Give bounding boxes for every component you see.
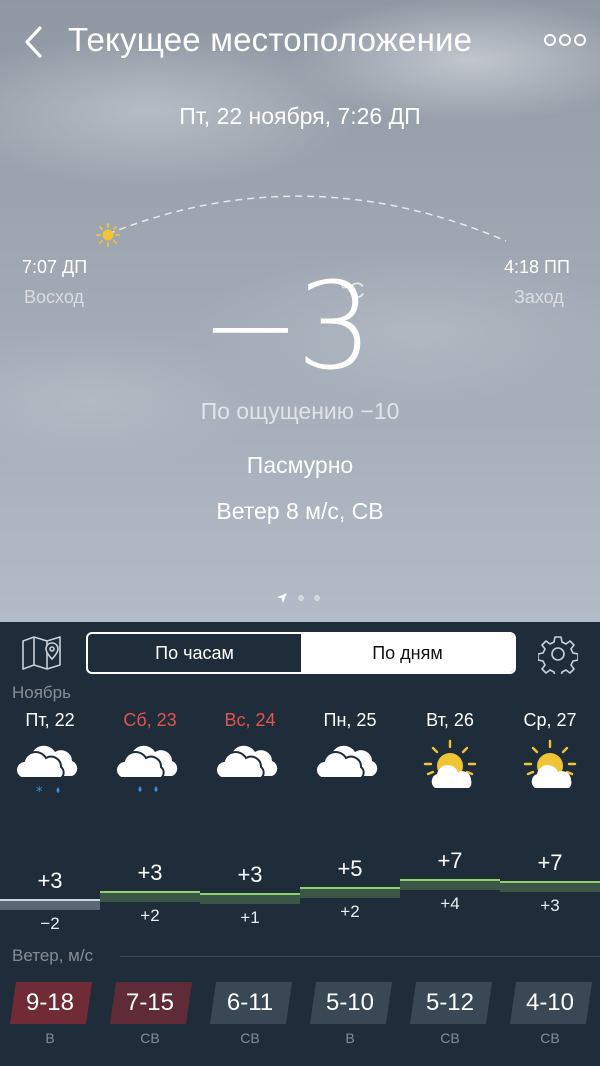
cloud-icon <box>315 745 378 779</box>
wind-range: 7-15 <box>125 989 175 1016</box>
cloud-rain-icon <box>115 745 178 792</box>
days-row: Пт, 22 * Сб, 23 Вс, 24 Пн, 25 Вт, 26 Ср,… <box>0 708 600 808</box>
settings-button[interactable] <box>537 634 579 678</box>
low-temp: +3 <box>540 896 560 915</box>
wind-direction: В <box>45 1030 55 1046</box>
temperature-band <box>0 900 100 910</box>
day-label: Пн, 25 <box>323 710 377 730</box>
wind-range: 5-10 <box>325 989 375 1016</box>
page-dot <box>314 595 320 601</box>
partly-sunny-icon <box>423 739 477 788</box>
tab-daily[interactable]: По дням <box>301 634 514 672</box>
feels-like: По ощущению −10 <box>200 398 400 424</box>
temperature-unit: °C <box>340 278 365 303</box>
view-mode-segmented-control: По часам По дням <box>86 632 516 674</box>
wind-range: 9-18 <box>25 989 75 1016</box>
wind-direction: В <box>345 1030 355 1046</box>
low-temp: +4 <box>440 894 460 913</box>
forecast-panel: По часам По дням Ноябрь Пт, 22 * Сб, 23 <box>0 622 600 1066</box>
temperature-chart: +3 −2 +3 +2 +3 +1 +5 +2 +7 +4 +7 +3 <box>0 832 600 962</box>
wind-cell: 4-10 СВ <box>500 980 600 1046</box>
condition: Пасмурно <box>246 452 354 478</box>
tab-hourly[interactable]: По часам <box>88 634 301 672</box>
wind-cell: 9-18 В <box>0 980 100 1046</box>
day-column[interactable]: Вс, 24 <box>200 708 300 796</box>
wind-range: 6-11 <box>226 989 274 1016</box>
high-temp: +7 <box>537 850 563 875</box>
high-temp: +7 <box>437 848 463 873</box>
low-temp: +2 <box>340 902 360 921</box>
day-label: Пт, 22 <box>25 710 75 730</box>
sun-path-arc <box>107 195 507 242</box>
day-column[interactable]: Пн, 25 <box>300 708 400 796</box>
day-column[interactable]: Сб, 23 <box>100 708 200 796</box>
divider <box>120 956 600 957</box>
sunset-time: 4:18 ПП <box>504 257 570 277</box>
wind-range: 5-12 <box>425 989 475 1016</box>
day-label: Вс, 24 <box>224 710 276 730</box>
high-temp: +5 <box>337 856 363 881</box>
temperature-band <box>400 880 500 890</box>
cloud-icon <box>215 745 278 779</box>
high-temp: +3 <box>137 860 163 885</box>
location-arrow-icon <box>277 593 287 603</box>
day-label: Вт, 26 <box>426 710 474 730</box>
wind-direction: СВ <box>540 1030 560 1046</box>
high-temp: +3 <box>37 868 63 893</box>
wind-header: Ветер, м/с <box>12 946 94 965</box>
gear-icon <box>537 636 579 678</box>
day-column[interactable]: Вт, 26 <box>400 708 500 796</box>
current-weather-panel: Текущее местоположение Пт, 22 ноября, 7:… <box>0 0 600 622</box>
temperature-band <box>100 892 200 902</box>
wind-range: 4-10 <box>525 989 575 1016</box>
map-button[interactable] <box>20 634 64 672</box>
temperature-band <box>200 894 300 904</box>
page-dot <box>298 595 304 601</box>
low-temp: +2 <box>140 906 160 925</box>
page-indicator[interactable] <box>276 592 326 604</box>
month-label: Ноябрь <box>12 683 71 702</box>
sun-icon <box>96 223 120 247</box>
day-label: Ср, 27 <box>523 710 577 730</box>
wind-direction: СВ <box>140 1030 160 1046</box>
wind-row: 9-18 В 7-15 СВ 6-11 СВ 5-10 В 5-12 СВ 4-… <box>0 980 600 1060</box>
current-wind: Ветер 8 м/с, СВ <box>216 498 384 524</box>
high-temp: +3 <box>237 862 263 887</box>
svg-text:*: * <box>36 785 43 796</box>
wind-direction: СВ <box>240 1030 260 1046</box>
day-column[interactable]: Пт, 22 * <box>0 708 100 796</box>
wind-direction: СВ <box>440 1030 460 1046</box>
sunset-label: Заход <box>514 287 564 307</box>
map-icon <box>22 636 61 670</box>
day-column[interactable]: Ср, 27 <box>500 708 600 796</box>
cloud-snow-rain-icon: * <box>15 745 78 796</box>
wind-cell: 5-12 СВ <box>400 980 500 1046</box>
low-temp: +1 <box>240 908 260 927</box>
temperature-band <box>300 888 400 898</box>
wind-cell: 5-10 В <box>300 980 400 1046</box>
wind-cell: 6-11 СВ <box>200 980 300 1046</box>
low-temp: −2 <box>40 914 60 933</box>
sunrise-label: Восход <box>24 287 84 307</box>
wind-cell: 7-15 СВ <box>100 980 200 1046</box>
temperature-band <box>500 882 600 892</box>
partly-sunny-icon <box>523 739 577 788</box>
day-label: Сб, 23 <box>123 710 177 730</box>
sunrise-time: 7:07 ДП <box>22 257 88 277</box>
